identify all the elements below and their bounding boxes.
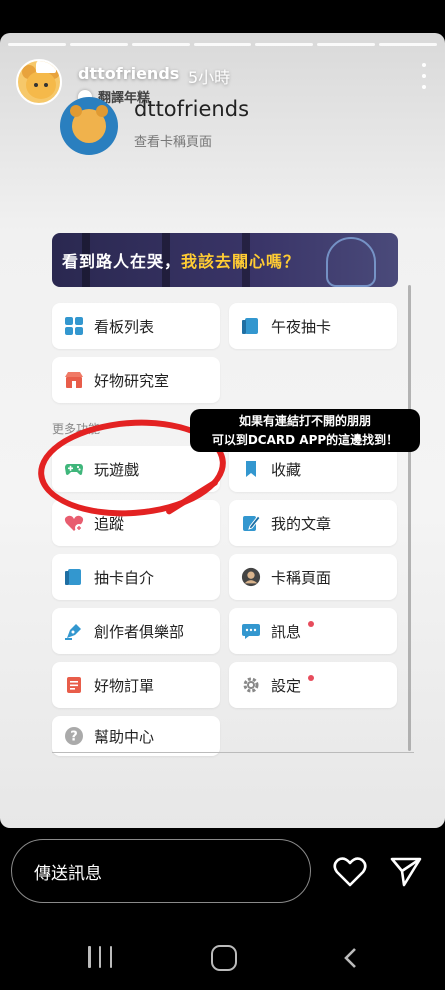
progress-segment xyxy=(69,43,128,46)
chat-icon xyxy=(241,621,261,641)
progress-segment xyxy=(317,43,376,46)
tile-goods-lab[interactable]: 好物研究室 xyxy=(52,357,220,403)
dcard-profile: dttofriends 查看卡稱頁面 xyxy=(60,94,360,155)
tile-label: 創作者俱樂部 xyxy=(94,622,185,641)
order-icon xyxy=(64,675,84,695)
progress-segment xyxy=(8,43,66,46)
tile-label: 訊息 xyxy=(271,622,302,641)
story-progress-bar xyxy=(8,43,438,46)
pencil-doc-icon xyxy=(241,513,261,533)
notification-dot xyxy=(308,621,314,627)
tile-favorites[interactable]: 收藏 xyxy=(229,446,397,492)
progress-segment xyxy=(193,43,252,46)
poster-name[interactable]: dttofriends xyxy=(78,64,179,83)
progress-segment xyxy=(131,43,190,46)
back-icon[interactable] xyxy=(340,946,364,970)
profile-subtitle: 查看卡稱頁面 xyxy=(134,135,213,150)
tile-midnight-draw[interactable]: 午夜抽卡 xyxy=(229,303,397,349)
banner-text-highlight: 我該去關心嗎？ xyxy=(181,252,301,271)
tile-label: 抽卡自介 xyxy=(94,568,155,587)
avatar-face xyxy=(26,71,56,99)
tile-label: 設定 xyxy=(271,676,302,695)
heart-icon[interactable] xyxy=(333,856,367,888)
avatar-eye xyxy=(44,83,48,87)
tile-label: 午夜抽卡 xyxy=(271,317,332,336)
card-icon xyxy=(64,567,84,587)
tile-card-intro[interactable]: 抽卡自介 xyxy=(52,554,220,600)
tile-label: 我的文章 xyxy=(271,514,332,533)
post-time: 5小時 xyxy=(188,68,231,87)
banner-text: 看到路人在哭，我該去關心嗎？ xyxy=(62,248,300,272)
banner-illustration xyxy=(326,237,376,287)
more-options-icon[interactable] xyxy=(419,63,429,89)
tile-label: 看板列表 xyxy=(94,317,155,336)
tile-orders[interactable]: 好物訂單 xyxy=(52,662,220,708)
callout-sticker: 如果有連結打不開的朋朋 可以到DCARD APP的這邊找到！ xyxy=(190,409,420,452)
send-icon[interactable] xyxy=(390,855,422,887)
gear-icon xyxy=(241,675,261,695)
tile-label: 卡稱頁面 xyxy=(271,568,332,587)
banner-text-prefix: 看到路人在哭， xyxy=(62,252,182,271)
shop-icon xyxy=(64,370,84,390)
avatar-eye xyxy=(34,83,38,87)
progress-segment xyxy=(255,43,314,46)
recent-apps-icon[interactable] xyxy=(88,946,112,970)
bookmark-icon xyxy=(241,459,261,479)
tile-nickname-page[interactable]: 卡稱頁面 xyxy=(229,554,397,600)
poster-avatar[interactable] xyxy=(16,59,62,105)
tile-messages[interactable]: 訊息 xyxy=(229,608,397,654)
progress-segment xyxy=(379,43,438,46)
menu-divider xyxy=(52,752,414,753)
send-message-placeholder: 傳送訊息 xyxy=(34,863,102,884)
tile-creator-club[interactable]: 創作者俱樂部 xyxy=(52,608,220,654)
profile-avatar xyxy=(60,97,118,155)
person-icon xyxy=(241,567,261,587)
callout-line-1: 如果有連結打不開的朋朋 xyxy=(238,414,371,428)
grid-icon xyxy=(64,316,84,336)
pen-nib-icon xyxy=(64,621,84,641)
tile-my-posts[interactable]: 我的文章 xyxy=(229,500,397,546)
svg-text:?: ? xyxy=(70,730,78,745)
tile-label: 好物訂單 xyxy=(94,676,155,695)
reply-bar: 傳送訊息 xyxy=(0,836,445,908)
avatar-hat xyxy=(36,61,56,73)
card-icon xyxy=(241,316,261,336)
home-icon[interactable] xyxy=(211,945,237,971)
heart-follow-icon xyxy=(64,513,84,533)
callout-line-2: 可以到DCARD APP的這邊找到！ xyxy=(211,433,399,447)
tile-help-center[interactable]: ? 幫助中心 xyxy=(52,716,220,756)
tile-settings[interactable]: 設定 xyxy=(229,662,397,708)
help-icon: ? xyxy=(64,726,84,746)
tile-label: 收藏 xyxy=(271,460,302,479)
menu-scrollbar[interactable] xyxy=(408,285,411,751)
promo-banner: 看到路人在哭，我該去關心嗎？ xyxy=(52,233,398,287)
tile-label: 幫助中心 xyxy=(94,727,155,746)
system-nav-bar xyxy=(0,930,445,990)
send-message-input[interactable]: 傳送訊息 xyxy=(11,839,311,903)
notification-dot xyxy=(308,675,314,681)
tile-label: 好物研究室 xyxy=(94,371,170,390)
tile-board-list[interactable]: 看板列表 xyxy=(52,303,220,349)
bear-avatar-icon xyxy=(70,105,108,143)
profile-name: dttofriends xyxy=(134,97,250,121)
